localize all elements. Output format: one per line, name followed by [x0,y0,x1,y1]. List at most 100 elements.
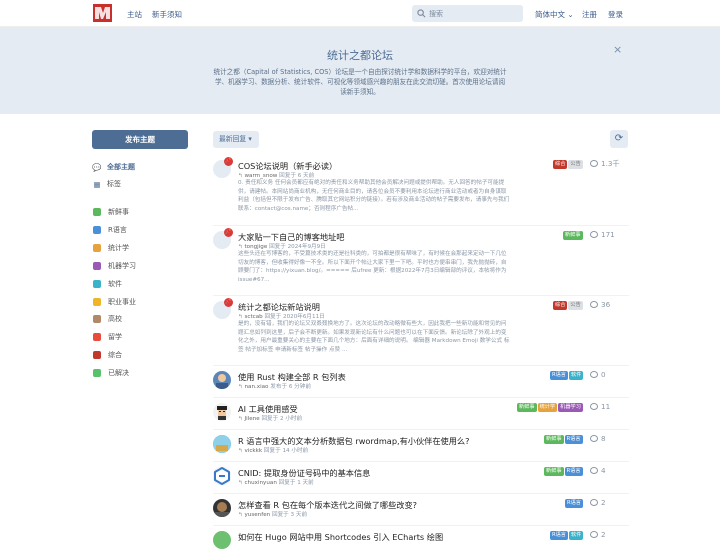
sidebar-item-label: 综合 [108,351,122,360]
comment-icon [590,160,598,167]
sidebar-category[interactable]: 留学 [92,330,122,344]
sidebar-category[interactable]: 统计学 [92,241,129,255]
comment-icon [590,231,598,238]
sidebar-category[interactable]: 已解决 [92,366,129,380]
discussion-row[interactable]: 📌 大家贴一下自己的博客地址吧 ↰ tongjige 回复于 2024年9月9日 这些… [213,228,629,293]
avatar[interactable] [213,531,231,549]
sidebar-item-label: 软件 [108,279,122,288]
author-name[interactable]: vickkk [244,448,263,454]
discussion-row[interactable]: CNID: 提取身份证号码中的基本信息 ↰ chuxinyuan 回复于 1 天前… [213,466,629,495]
avatar[interactable] [213,371,231,389]
sidebar-category[interactable]: 职业事业 [92,295,136,309]
reply-count-value: 171 [601,230,615,239]
reply-count-value: 8 [601,434,606,443]
row-divider [213,525,629,526]
avatar[interactable] [213,467,231,485]
discussion-row[interactable]: AI 工具使用感受 ↰ Jilene 回复于 2 小时前 新鲜事 统计学 机器学习 11 [213,402,629,431]
tag-badge[interactable]: 新鲜事 [544,435,564,444]
author-name[interactable]: yusenfen [244,512,272,518]
tag-badge[interactable]: 综合 [553,160,568,169]
refresh-icon[interactable]: ⟳ [610,130,628,148]
tag-badge[interactable]: R语言 [564,435,583,444]
sidebar-item-label: 已解决 [108,369,129,378]
sidebar-category[interactable]: 软件 [92,277,122,291]
cos-logo[interactable] [93,4,112,22]
language-select[interactable]: 简体中文 ⌄ [535,9,574,20]
sidebar-category[interactable]: 新鲜事 [92,205,129,219]
tag-badge[interactable]: 综合 [553,301,568,310]
last-activity-time: 回复于 3 天前 [271,512,308,518]
avatar[interactable] [213,403,231,421]
row-divider [213,429,629,430]
tag-badge[interactable]: 公告 [568,160,583,169]
tag-list: 综合 公告 [552,160,583,169]
sidebar-item-tags[interactable]: ▦ 标签 [92,177,121,191]
tags-icon: ▦ [93,179,101,189]
hero-title: 统计之都论坛 [327,49,393,62]
sort-dropdown[interactable]: 最新回复 ▾ [213,131,259,148]
last-activity-time: 发布于 6 分钟前 [270,384,311,390]
tag-badge[interactable]: 软件 [568,371,584,380]
sidebar-item-label: 留学 [108,333,122,342]
register-link[interactable]: 注册 [582,9,597,20]
tag-badge[interactable]: 软件 [568,531,584,540]
tag-badge[interactable]: R语言 [564,467,583,476]
author-name[interactable]: chuxinyuan [244,480,278,486]
row-divider [213,365,629,366]
avatar[interactable] [213,499,231,517]
category-color-swatch [93,369,101,378]
tag-list: R语言 软件 [549,531,584,540]
reply-count: 2 [590,498,606,507]
sidebar-category[interactable]: 综合 [92,348,122,362]
discussion-row[interactable]: R 语言中强大的文本分析数据包 rwordmap,有小伙伴在使用么? ↰ vick… [213,434,629,463]
search-icon [417,9,426,18]
welcome-hero: 统计之都论坛 统计之都（Capital of Statistics, COS）论… [0,27,720,114]
tag-badge[interactable]: 新鲜事 [517,403,537,412]
new-topic-button[interactable]: 发布主题 [92,130,188,149]
discussion-row[interactable]: 📌 统计之都论坛新站说明 ↰ sctcab 回复于 2020年6月11日 是的，没有错… [213,298,629,363]
reply-count: 2 [590,530,606,539]
sidebar-category[interactable]: 机器学习 [92,259,136,273]
reply-count-value: 36 [601,300,611,309]
author-name[interactable]: nan.xiao [244,384,270,390]
sidebar-category[interactable]: 高校 [92,312,122,326]
tag-list: R语言 软件 [549,371,584,380]
discussion-meta: ↰ nan.xiao 发布于 6 分钟前 [238,382,311,390]
search-box[interactable] [412,5,523,22]
discussion-meta: ↰ sctcab 回复于 2020年6月11日 [238,312,325,320]
comments-icon: 💬 [92,162,102,172]
nav-newbie-guide[interactable]: 新手须知 [152,9,182,20]
nav-home[interactable]: 主站 [127,9,142,20]
tag-badge[interactable]: 公告 [568,301,583,310]
tag-badge[interactable]: 新鲜事 [563,231,583,240]
close-icon[interactable]: × [613,43,622,56]
tag-badge[interactable]: R语言 [550,531,568,540]
hero-description: 统计之都（Capital of Statistics, COS）论坛是一个自由探… [213,68,507,96]
discussion-row[interactable]: 如何在 Hugo 网站中用 Shortcodes 引入 ECharts 绘图 R语… [213,530,629,559]
sidebar-category[interactable]: R语言 [92,223,127,237]
discussion-meta: ↰ Jilene 回复于 2 小时前 [238,414,302,422]
discussion-title[interactable]: 如何在 Hugo 网站中用 Shortcodes 引入 ECharts 绘图 [238,531,443,543]
sidebar-item-all-topics[interactable]: 💬 全部主题 [92,160,135,174]
login-link[interactable]: 登录 [608,9,623,20]
tag-badge[interactable]: R语言 [565,499,583,508]
author-name[interactable]: Jilene [244,416,261,422]
tag-badge[interactable]: 新鲜事 [544,467,564,476]
tag-badge[interactable]: 统计学 [537,403,558,412]
discussion-row[interactable]: 📌 COS论坛说明（新手必读） ↰ warm_snow 回复于 6 天前 0. 责任和… [213,157,629,222]
pin-icon: 📌 [224,157,233,166]
search-input[interactable] [429,7,519,20]
discussion-excerpt: 这些头还在写博客的，不受篇技术类的还是社科类的，可拍都是很有帮味了，有时候在会那… [238,251,507,283]
category-color-swatch [93,261,101,270]
sidebar-item-label: 统计学 [108,243,129,252]
tag-list: 新鲜事 R语言 [543,467,583,476]
discussion-row[interactable]: 使用 Rust 构建全部 R 包列表 ↰ nan.xiao 发布于 6 分钟前 R语… [213,370,629,399]
tag-list: 新鲜事 统计学 机器学习 [516,403,583,412]
discussion-row[interactable]: 怎样查看 R 包在每个版本迭代之间做了哪些改变? ↰ yusenfen 回复于 3… [213,498,629,527]
tag-badge[interactable]: 机器学习 [558,403,583,412]
category-color-swatch [93,351,101,360]
last-activity-time: 回复于 14 小时前 [263,448,309,454]
tag-badge[interactable]: R语言 [550,371,568,380]
avatar[interactable] [213,435,231,453]
sidebar-item-label: 高校 [108,315,122,324]
